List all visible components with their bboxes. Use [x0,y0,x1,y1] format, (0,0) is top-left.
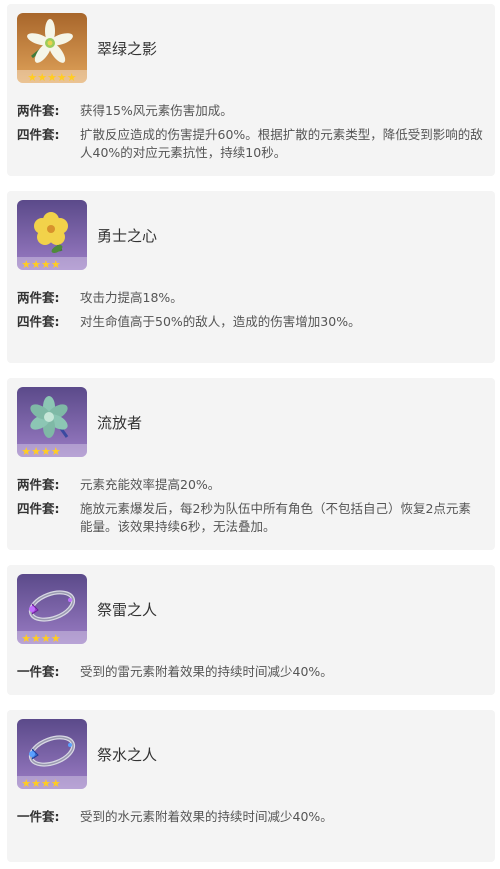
artifact-card: ★★★★ 祭雷之人 一件套: 受到的雷元素附着效果的持续时间减少40%。 [7,565,495,695]
artifact-card: ★★★★ 祭水之人 一件套: 受到的水元素附着效果的持续时间减少40%。 [7,710,495,862]
artifact-card: ★★★★ 勇士之心 两件套: 攻击力提高18%。 四件套: 对生命值高于50%的… [7,191,495,363]
artifact-icon: ★★★★★ [17,13,87,83]
effect-text: 对生命值高于50%的敌人，造成的伤害增加30%。 [80,314,361,329]
effect-text: 元素充能效率提高20%。 [80,477,221,492]
artifact-card: ★★★★★ 翠绿之影 两件套: 获得15%风元素伤害加成。 四件套: 扩散反应造… [7,4,495,176]
rarity-stars: ★★★★ [21,445,61,457]
artifact-icon: ★★★★ [17,200,87,270]
effect-label: 两件套: [17,103,60,118]
effect-label: 一件套: [17,664,60,679]
effect-label: 四件套: [17,314,60,329]
artifact-name: 流放者 [97,414,143,432]
rarity-stars: ★★★★ [21,258,61,270]
effect-label: 四件套: [17,501,60,516]
effect-label: 一件套: [17,809,60,824]
rarity-stars: ★★★★★ [27,71,76,83]
rarity-stars: ★★★★ [21,632,61,644]
artifact-icon: ★★★★ [17,574,87,644]
artifact-icon: ★★★★ [17,387,87,457]
artifact-card: ★★★★ 流放者 两件套: 元素充能效率提高20%。 四件套: 施放元素爆发后，… [7,378,495,550]
effect-text: 受到的雷元素附着效果的持续时间减少40%。 [80,664,333,679]
artifact-name: 勇士之心 [97,227,158,245]
effect-text: 施放元素爆发后，每2秒为队伍中所有角色（不包括自己）恢复2点元素能量。该效果持续… [80,501,471,534]
effect-text: 攻击力提高18%。 [80,290,183,305]
effect-text: 受到的水元素附着效果的持续时间减少40%。 [80,809,333,824]
effect-label: 两件套: [17,477,60,492]
artifact-name: 翠绿之影 [97,40,158,58]
effect-label: 两件套: [17,290,60,305]
effect-text: 获得15%风元素伤害加成。 [80,103,233,118]
effect-label: 四件套: [17,127,60,142]
effect-text: 扩散反应造成的伤害提升60%。根据扩散的元素类型，降低受到影响的敌人40%的对应… [80,127,483,160]
artifact-name: 祭雷之人 [97,601,158,619]
artifact-icon: ★★★★ [17,719,87,789]
artifact-name: 祭水之人 [97,746,158,764]
rarity-stars: ★★★★ [21,777,61,789]
